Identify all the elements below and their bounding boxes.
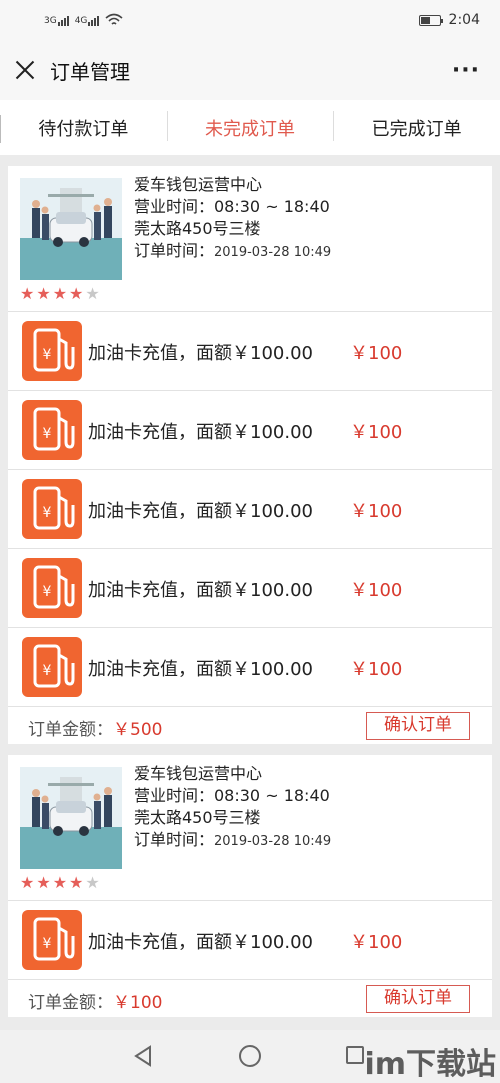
item-price: ￥100 (350, 501, 403, 522)
order-item[interactable]: ¥ 加油卡充值，面额￥100.00 ￥100 (8, 900, 492, 979)
confirm-order-button[interactable]: 确认订单 (366, 985, 470, 1013)
shop-address: 莞太路450号三楼 (134, 808, 261, 827)
shop-image (20, 767, 122, 869)
order-summary: 订单金额：￥500 确认订单 (8, 706, 492, 744)
order-item[interactable]: ¥ 加油卡充值，面额￥100.00 ￥100 (8, 548, 492, 627)
shop-hours: 营业时间：08:30 ~ 18:40 (134, 786, 330, 805)
shop-header[interactable]: 爱车钱包运营中心 营业时间：08:30 ~ 18:40 莞太路450号三楼 订单… (8, 166, 492, 311)
fuel-pump-icon: ¥ (22, 479, 82, 539)
shop-hours: 营业时间：08:30 ~ 18:40 (134, 197, 330, 216)
order-tabs: 待付款订单 未完成订单 已完成订单 (0, 100, 500, 155)
order-item[interactable]: ¥ 加油卡充值，面额￥100.00 ￥100 (8, 627, 492, 706)
star-icon: ★ (52, 284, 70, 303)
star-empty-icon: ★ (85, 284, 102, 303)
item-price: ￥100 (350, 659, 403, 680)
signal-4g-label: 4G (74, 16, 88, 26)
signal-3g-label: 3G (44, 16, 57, 26)
order-time-value: 2019-03-28 10:49 (214, 834, 332, 849)
svg-text:¥: ¥ (43, 663, 52, 679)
svg-text:¥: ¥ (43, 936, 52, 952)
star-icon: ★ (69, 284, 86, 303)
order-time: 订单时间：2019-03-28 10:49 (134, 240, 331, 264)
confirm-order-button[interactable]: 确认订单 (366, 712, 470, 740)
item-name: 加油卡充值，面额￥100.00 (88, 343, 313, 364)
back-icon[interactable] (132, 1044, 154, 1068)
order-total-amount: ￥500 (113, 720, 163, 740)
fuel-pump-icon: ¥ (22, 637, 82, 697)
battery-icon (418, 14, 443, 26)
home-icon[interactable] (239, 1045, 261, 1067)
order-card: 爱车钱包运营中心 营业时间：08:30 ~ 18:40 莞太路450号三楼 订单… (8, 166, 492, 744)
shop-image (20, 178, 122, 280)
fuel-pump-icon: ¥ (22, 400, 82, 460)
rating-stars: ★★★★★ (20, 873, 102, 892)
fuel-pump-icon: ¥ (22, 910, 82, 970)
more-menu-icon[interactable]: ··· (452, 58, 480, 83)
order-item[interactable]: ¥ 加油卡充值，面额￥100.00 ￥100 (8, 311, 492, 390)
tab-incomplete[interactable]: 未完成订单 (166, 110, 334, 141)
watermark: im下载站 (364, 1047, 496, 1082)
order-total: 订单金额：￥100 (28, 988, 162, 1013)
svg-text:¥: ¥ (43, 426, 52, 442)
item-name: 加油卡充值，面额￥100.00 (88, 932, 313, 953)
order-time-value: 2019-03-28 10:49 (214, 245, 332, 260)
item-price: ￥100 (350, 422, 403, 443)
status-bar: 3G 4G 2:04 (0, 0, 500, 40)
tab-pending-payment[interactable]: 待付款订单 (0, 115, 167, 141)
signal-4g-icon: 4G (75, 14, 100, 26)
signal-3g-icon: 3G (44, 14, 69, 26)
item-price: ￥100 (350, 580, 403, 601)
order-item[interactable]: ¥ 加油卡充值，面额￥100.00 ￥100 (8, 469, 492, 548)
shop-address: 莞太路450号三楼 (134, 219, 261, 238)
shop-name: 爱车钱包运营中心 (134, 764, 263, 783)
order-time-label: 订单时间： (134, 241, 215, 260)
item-price: ￥100 (350, 932, 403, 953)
rating-stars: ★★★★★ (20, 284, 102, 303)
star-icon: ★ (36, 873, 53, 892)
fuel-pump-icon: ¥ (22, 558, 82, 618)
svg-text:¥: ¥ (43, 347, 52, 363)
order-time-label: 订单时间： (134, 830, 215, 849)
order-card: 爱车钱包运营中心 营业时间：08:30 ~ 18:40 莞太路450号三楼 订单… (8, 755, 492, 1017)
order-total-label: 订单金额： (28, 993, 113, 1013)
order-item[interactable]: ¥ 加油卡充值，面额￥100.00 ￥100 (8, 390, 492, 469)
star-empty-icon: ★ (85, 873, 102, 892)
order-total-amount: ￥100 (113, 993, 163, 1013)
item-price: ￥100 (350, 343, 403, 364)
star-icon: ★ (20, 873, 37, 892)
recent-apps-icon[interactable] (346, 1046, 364, 1064)
close-icon[interactable] (14, 59, 36, 81)
order-total: 订单金额：￥500 (28, 715, 162, 740)
clock: 2:04 (448, 12, 480, 28)
item-name: 加油卡充值，面额￥100.00 (88, 422, 313, 443)
page-title: 订单管理 (50, 59, 130, 84)
order-time: 订单时间：2019-03-28 10:49 (134, 829, 331, 853)
item-name: 加油卡充值，面额￥100.00 (88, 580, 313, 601)
star-icon: ★ (20, 284, 37, 303)
order-summary: 订单金额：￥100 确认订单 (8, 979, 492, 1017)
order-total-label: 订单金额： (28, 720, 113, 740)
svg-text:¥: ¥ (43, 505, 52, 521)
item-name: 加油卡充值，面额￥100.00 (88, 659, 313, 680)
star-icon: ★ (69, 873, 86, 892)
fuel-pump-icon: ¥ (22, 321, 82, 381)
system-nav-bar: im下载站 (0, 1030, 500, 1083)
tab-completed[interactable]: 已完成订单 (333, 110, 500, 141)
item-name: 加油卡充值，面额￥100.00 (88, 501, 313, 522)
nav-bar: 订单管理 ··· (0, 40, 500, 100)
shop-header[interactable]: 爱车钱包运营中心 营业时间：08:30 ~ 18:40 莞太路450号三楼 订单… (8, 755, 492, 900)
star-icon: ★ (36, 284, 53, 303)
shop-name: 爱车钱包运营中心 (134, 175, 263, 194)
tab-divider (0, 115, 1, 143)
wifi-icon (105, 13, 123, 25)
svg-text:¥: ¥ (43, 584, 52, 600)
star-icon: ★ (52, 873, 70, 892)
